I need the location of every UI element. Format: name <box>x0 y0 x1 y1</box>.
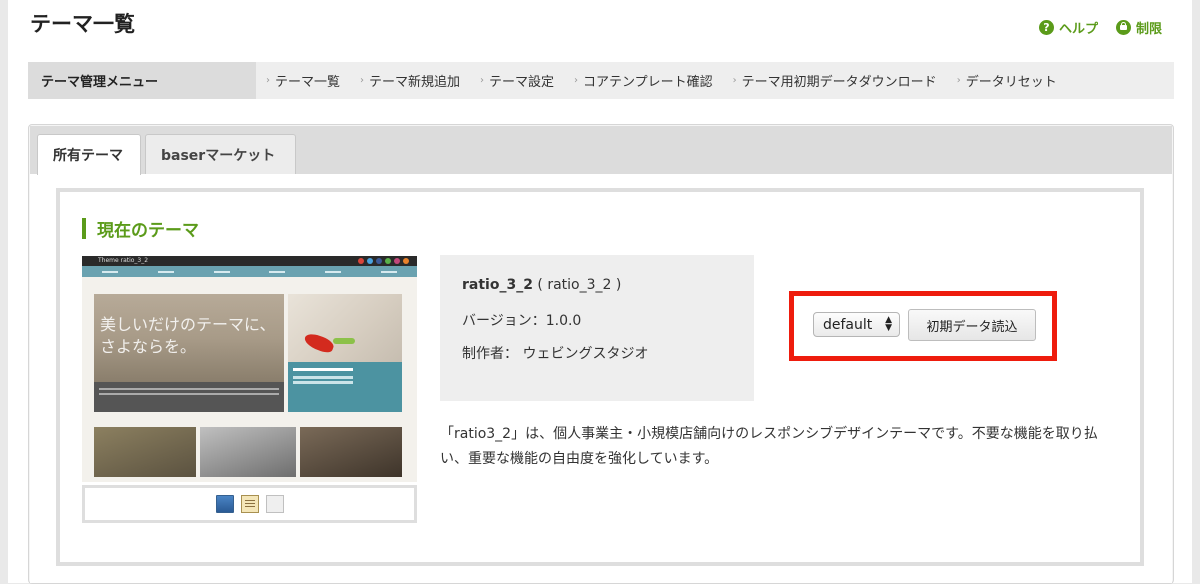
screenshot-site-title: Theme ratio_3_2 <box>98 257 149 264</box>
page: テーマ一覧 ? ヘルプ 制限 テーマ管理メニュー › テーマ一覧 › テーマ新規追加… <box>8 0 1192 584</box>
menu-title: テーマ管理メニュー <box>28 62 256 99</box>
line-icon <box>385 258 391 264</box>
menu-item-label: テーマ一覧 <box>275 75 341 90</box>
copy-icon[interactable] <box>262 493 284 513</box>
facebook-icon <box>376 258 382 264</box>
page-title: テーマ一覧 <box>30 12 135 36</box>
initial-data-select-value: default <box>823 316 873 333</box>
initial-data-select[interactable]: default ▲ ▼ <box>813 312 900 337</box>
screenshot-food-image <box>288 294 402 362</box>
lock-icon <box>1115 20 1131 35</box>
help-label: ヘルプ <box>1058 22 1098 37</box>
screenshot-topbar: Theme ratio_3_2 <box>82 256 417 266</box>
chevron-right-icon: › <box>360 75 365 86</box>
theme-panel: 所有テーマ baserマーケット 現在のテーマ Theme ratio_3_2 <box>28 124 1174 584</box>
screenshot-photo-3 <box>300 427 402 477</box>
mail-icon <box>358 258 364 264</box>
menu-item-label: データリセット <box>965 75 1057 90</box>
chevron-right-icon: › <box>574 75 579 86</box>
current-theme-box: 現在のテーマ Theme ratio_3_2 美しいだけのテーマに、 さよならを… <box>56 188 1144 566</box>
theme-menu-bar: テーマ管理メニュー › テーマ一覧 › テーマ新規追加 › テーマ設定 › コアテンプレ… <box>28 62 1174 99</box>
screenshot-hero-text: 美しいだけのテーマに、 さよならを。 <box>100 315 276 356</box>
menu-item-theme-settings[interactable]: › テーマ設定 <box>480 71 554 90</box>
screenshot-photo-2 <box>200 427 296 477</box>
help-icon: ? <box>1038 20 1054 35</box>
screenshot-icon[interactable] <box>215 495 234 513</box>
screenshot-hero: 美しいだけのテーマに、 さよならを。 <box>94 294 284 382</box>
theme-description: 「ratio3_2」は、個人事業主・小規模店舗向けのレスポンシブデザインテーマで… <box>440 426 1098 467</box>
menu-item-label: テーマ用初期データダウンロード <box>741 75 937 90</box>
restrict-link[interactable]: 制限 <box>1115 18 1162 37</box>
section-heading: 現在のテーマ <box>82 216 199 241</box>
theme-name-line: ratio_3_2 ( ratio_3_2 ) <box>462 277 621 293</box>
tab-bar: 所有テーマ baserマーケット <box>30 126 1172 175</box>
twitter-icon <box>367 258 373 264</box>
theme-info-box: ratio_3_2 ( ratio_3_2 ) バージョン：1.0.0 制作者：… <box>440 255 754 401</box>
heading-bar <box>82 218 86 239</box>
instagram-icon <box>394 258 400 264</box>
edit-icon[interactable] <box>240 495 259 513</box>
menu-item-theme-list[interactable]: › テーマ一覧 <box>266 71 340 90</box>
theme-name-paren: ( ratio_3_2 ) <box>537 277 622 293</box>
tab-owned-themes[interactable]: 所有テーマ <box>37 134 141 175</box>
header-links: ? ヘルプ 制限 <box>1038 18 1162 37</box>
menu-items: › テーマ一覧 › テーマ新規追加 › テーマ設定 › コアテンプレート確認 › テーマ用… <box>256 71 1077 90</box>
rss-icon <box>403 258 409 264</box>
menu-item-label: コアテンプレート確認 <box>583 75 713 90</box>
chevron-right-icon: › <box>480 75 485 86</box>
theme-version: バージョン：1.0.0 <box>462 313 582 329</box>
menu-item-add-theme[interactable]: › テーマ新規追加 <box>360 71 460 90</box>
screenshot-feature-box <box>288 362 402 412</box>
screenshot-hero-caption <box>94 382 284 412</box>
tab-content: 現在のテーマ Theme ratio_3_2 美しいだけのテーマに、 さよならを… <box>30 174 1172 583</box>
screenshot-social-icons <box>358 258 409 264</box>
menu-item-label: テーマ設定 <box>489 75 555 90</box>
theme-screenshot: Theme ratio_3_2 美しいだけのテーマに、 さよならを。 <box>82 256 417 482</box>
menu-item-core-templates[interactable]: › コアテンプレート確認 <box>574 71 713 90</box>
select-arrows-icon: ▲ ▼ <box>885 315 892 333</box>
chevron-right-icon: › <box>732 75 737 86</box>
menu-item-data-reset[interactable]: › データリセット <box>957 71 1057 90</box>
screenshot-photo-1 <box>94 427 196 477</box>
menu-item-initial-data-download[interactable]: › テーマ用初期データダウンロード <box>733 71 937 90</box>
theme-actions <box>82 485 417 523</box>
menu-item-label: テーマ新規追加 <box>369 75 461 90</box>
help-link[interactable]: ? ヘルプ <box>1038 18 1098 37</box>
restrict-label: 制限 <box>1135 22 1162 37</box>
screenshot-nav <box>82 266 417 277</box>
chevron-right-icon: › <box>266 75 270 86</box>
tab-baser-market[interactable]: baserマーケット <box>145 134 296 175</box>
theme-name: ratio_3_2 <box>462 277 533 293</box>
theme-author: 制作者： ウェビングスタジオ <box>462 346 649 362</box>
chevron-right-icon: › <box>956 75 961 86</box>
load-initial-data-button[interactable]: 初期データ読込 <box>908 309 1036 341</box>
section-heading-text: 現在のテーマ <box>97 221 199 241</box>
